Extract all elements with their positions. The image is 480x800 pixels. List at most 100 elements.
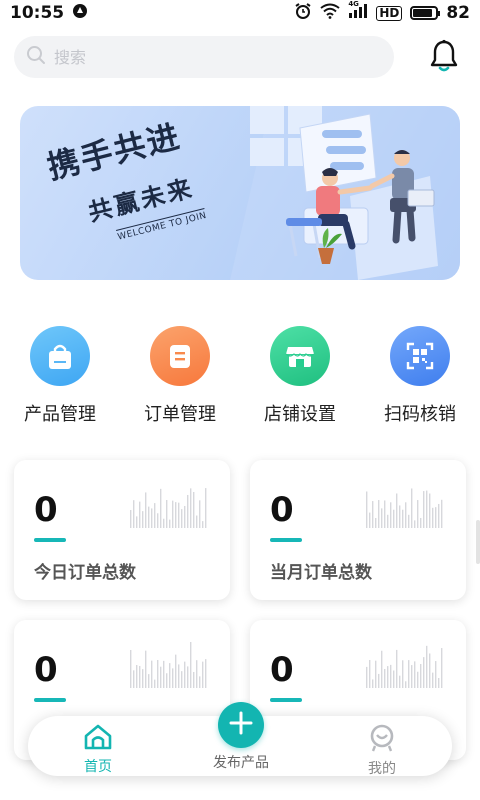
waveform-bar bbox=[175, 654, 177, 688]
waveform-bar bbox=[133, 500, 135, 528]
waveform-bar bbox=[205, 488, 207, 528]
profile-icon bbox=[367, 724, 397, 756]
waveform-bar bbox=[166, 500, 168, 528]
publish-product-label: 发布产品 bbox=[213, 755, 269, 771]
wifi-icon bbox=[320, 3, 340, 24]
waveform-bar bbox=[387, 514, 389, 528]
scroll-indicator[interactable] bbox=[476, 520, 480, 564]
waveform-bar bbox=[417, 500, 419, 528]
waveform-bar bbox=[423, 657, 425, 688]
menu-store-settings[interactable]: 店铺设置 bbox=[250, 326, 350, 426]
waveform-bar bbox=[393, 670, 395, 688]
waveform-bar bbox=[411, 488, 413, 528]
waveform-bar bbox=[372, 679, 374, 688]
waveform-bar bbox=[399, 675, 401, 688]
waveform-bar bbox=[160, 666, 162, 688]
bottom-navigation: 首页 发布产品 我的 bbox=[28, 702, 452, 778]
waveform-bar bbox=[423, 491, 425, 528]
waveform-bar bbox=[366, 491, 368, 528]
waveform-bar bbox=[414, 661, 416, 688]
search-icon bbox=[26, 45, 46, 69]
waveform-bar bbox=[142, 669, 144, 688]
waveform-bar bbox=[399, 505, 401, 528]
nav-mine[interactable]: 我的 bbox=[342, 724, 422, 778]
waveform-bar bbox=[160, 488, 162, 528]
waveform-bar bbox=[196, 660, 198, 688]
waveform-bar bbox=[190, 488, 192, 528]
stat-value: 0 bbox=[270, 490, 294, 530]
waveform-bar bbox=[411, 665, 413, 688]
waveform-bar bbox=[393, 509, 395, 528]
waveform-bar bbox=[187, 666, 189, 688]
waveform-bar bbox=[435, 661, 437, 688]
waveform-bar bbox=[429, 493, 431, 528]
quick-menu: 产品管理 订单管理 店铺设置 扫码核销 bbox=[0, 326, 480, 426]
waveform-bar bbox=[151, 508, 153, 528]
promo-banner[interactable]: 携手共进 共赢未来 WELCOME TO JOIN bbox=[20, 106, 460, 280]
publish-product-button[interactable] bbox=[218, 702, 264, 748]
plus-icon bbox=[229, 711, 253, 739]
waveform-bar bbox=[429, 653, 431, 688]
app-notification-icon bbox=[72, 3, 88, 24]
menu-label: 订单管理 bbox=[144, 404, 216, 425]
stat-card-today-orders[interactable]: 0 今日订单总数 bbox=[14, 460, 230, 600]
stat-accent-bar bbox=[270, 538, 302, 542]
waveform-bar bbox=[384, 500, 386, 528]
waveform-bar bbox=[196, 515, 198, 528]
battery-percent: 82 bbox=[446, 3, 470, 23]
alarm-icon bbox=[294, 2, 312, 25]
waveform-bar bbox=[169, 663, 171, 688]
menu-order-management[interactable]: 订单管理 bbox=[130, 326, 230, 426]
notification-bell-button[interactable] bbox=[424, 38, 464, 78]
waveform-bar bbox=[390, 502, 392, 528]
menu-scan-verify[interactable]: 扫码核销 bbox=[370, 326, 470, 426]
waveform-bar bbox=[139, 665, 141, 688]
waveform-bar bbox=[142, 511, 144, 528]
search-bar[interactable] bbox=[14, 36, 394, 78]
waveform-bar bbox=[384, 668, 386, 688]
waveform-bar bbox=[366, 666, 368, 688]
waveform-bar bbox=[181, 509, 183, 528]
waveform-decoration bbox=[366, 645, 443, 688]
waveform-bar bbox=[426, 490, 428, 528]
waveform-bar bbox=[190, 642, 192, 688]
nav-label: 首页 bbox=[84, 759, 112, 775]
waveform-bar bbox=[154, 503, 156, 528]
stat-value: 0 bbox=[34, 490, 58, 530]
waveform-bar bbox=[396, 649, 398, 688]
waveform-bar bbox=[169, 519, 171, 528]
order-list-icon bbox=[150, 326, 210, 386]
waveform-bar bbox=[441, 499, 443, 528]
hd-badge: HD bbox=[376, 5, 403, 21]
waveform-bar bbox=[405, 502, 407, 528]
menu-label: 店铺设置 bbox=[264, 404, 336, 425]
waveform-bar bbox=[139, 501, 141, 528]
menu-label: 产品管理 bbox=[24, 404, 96, 425]
waveform-decoration bbox=[366, 488, 443, 528]
waveform-bar bbox=[166, 673, 168, 688]
waveform-bar bbox=[193, 491, 195, 528]
network-type-label: 4G bbox=[348, 0, 359, 8]
nav-home[interactable]: 首页 bbox=[58, 724, 138, 776]
search-input[interactable] bbox=[54, 47, 354, 67]
waveform-bar bbox=[408, 660, 410, 688]
waveform-bar bbox=[184, 505, 186, 528]
waveform-bar bbox=[375, 517, 377, 528]
waveform-bar bbox=[402, 509, 404, 528]
waveform-bar bbox=[378, 500, 380, 528]
waveform-bar bbox=[136, 664, 138, 688]
shopping-bag-icon bbox=[30, 326, 90, 386]
cellular-signal-icon: 4G bbox=[348, 0, 368, 24]
stat-accent-bar bbox=[270, 698, 302, 702]
waveform-bar bbox=[202, 521, 204, 528]
waveform-bar bbox=[157, 660, 159, 688]
banner-illustration bbox=[230, 106, 460, 280]
stat-label: 今日订单总数 bbox=[34, 563, 136, 583]
menu-product-management[interactable]: 产品管理 bbox=[10, 326, 110, 426]
waveform-bar bbox=[372, 501, 374, 528]
waveform-bar bbox=[426, 645, 428, 688]
waveform-bar bbox=[148, 674, 150, 688]
waveform-bar bbox=[408, 514, 410, 528]
stat-card-month-orders[interactable]: 0 当月订单总数 bbox=[250, 460, 466, 600]
stat-value: 0 bbox=[270, 650, 294, 690]
